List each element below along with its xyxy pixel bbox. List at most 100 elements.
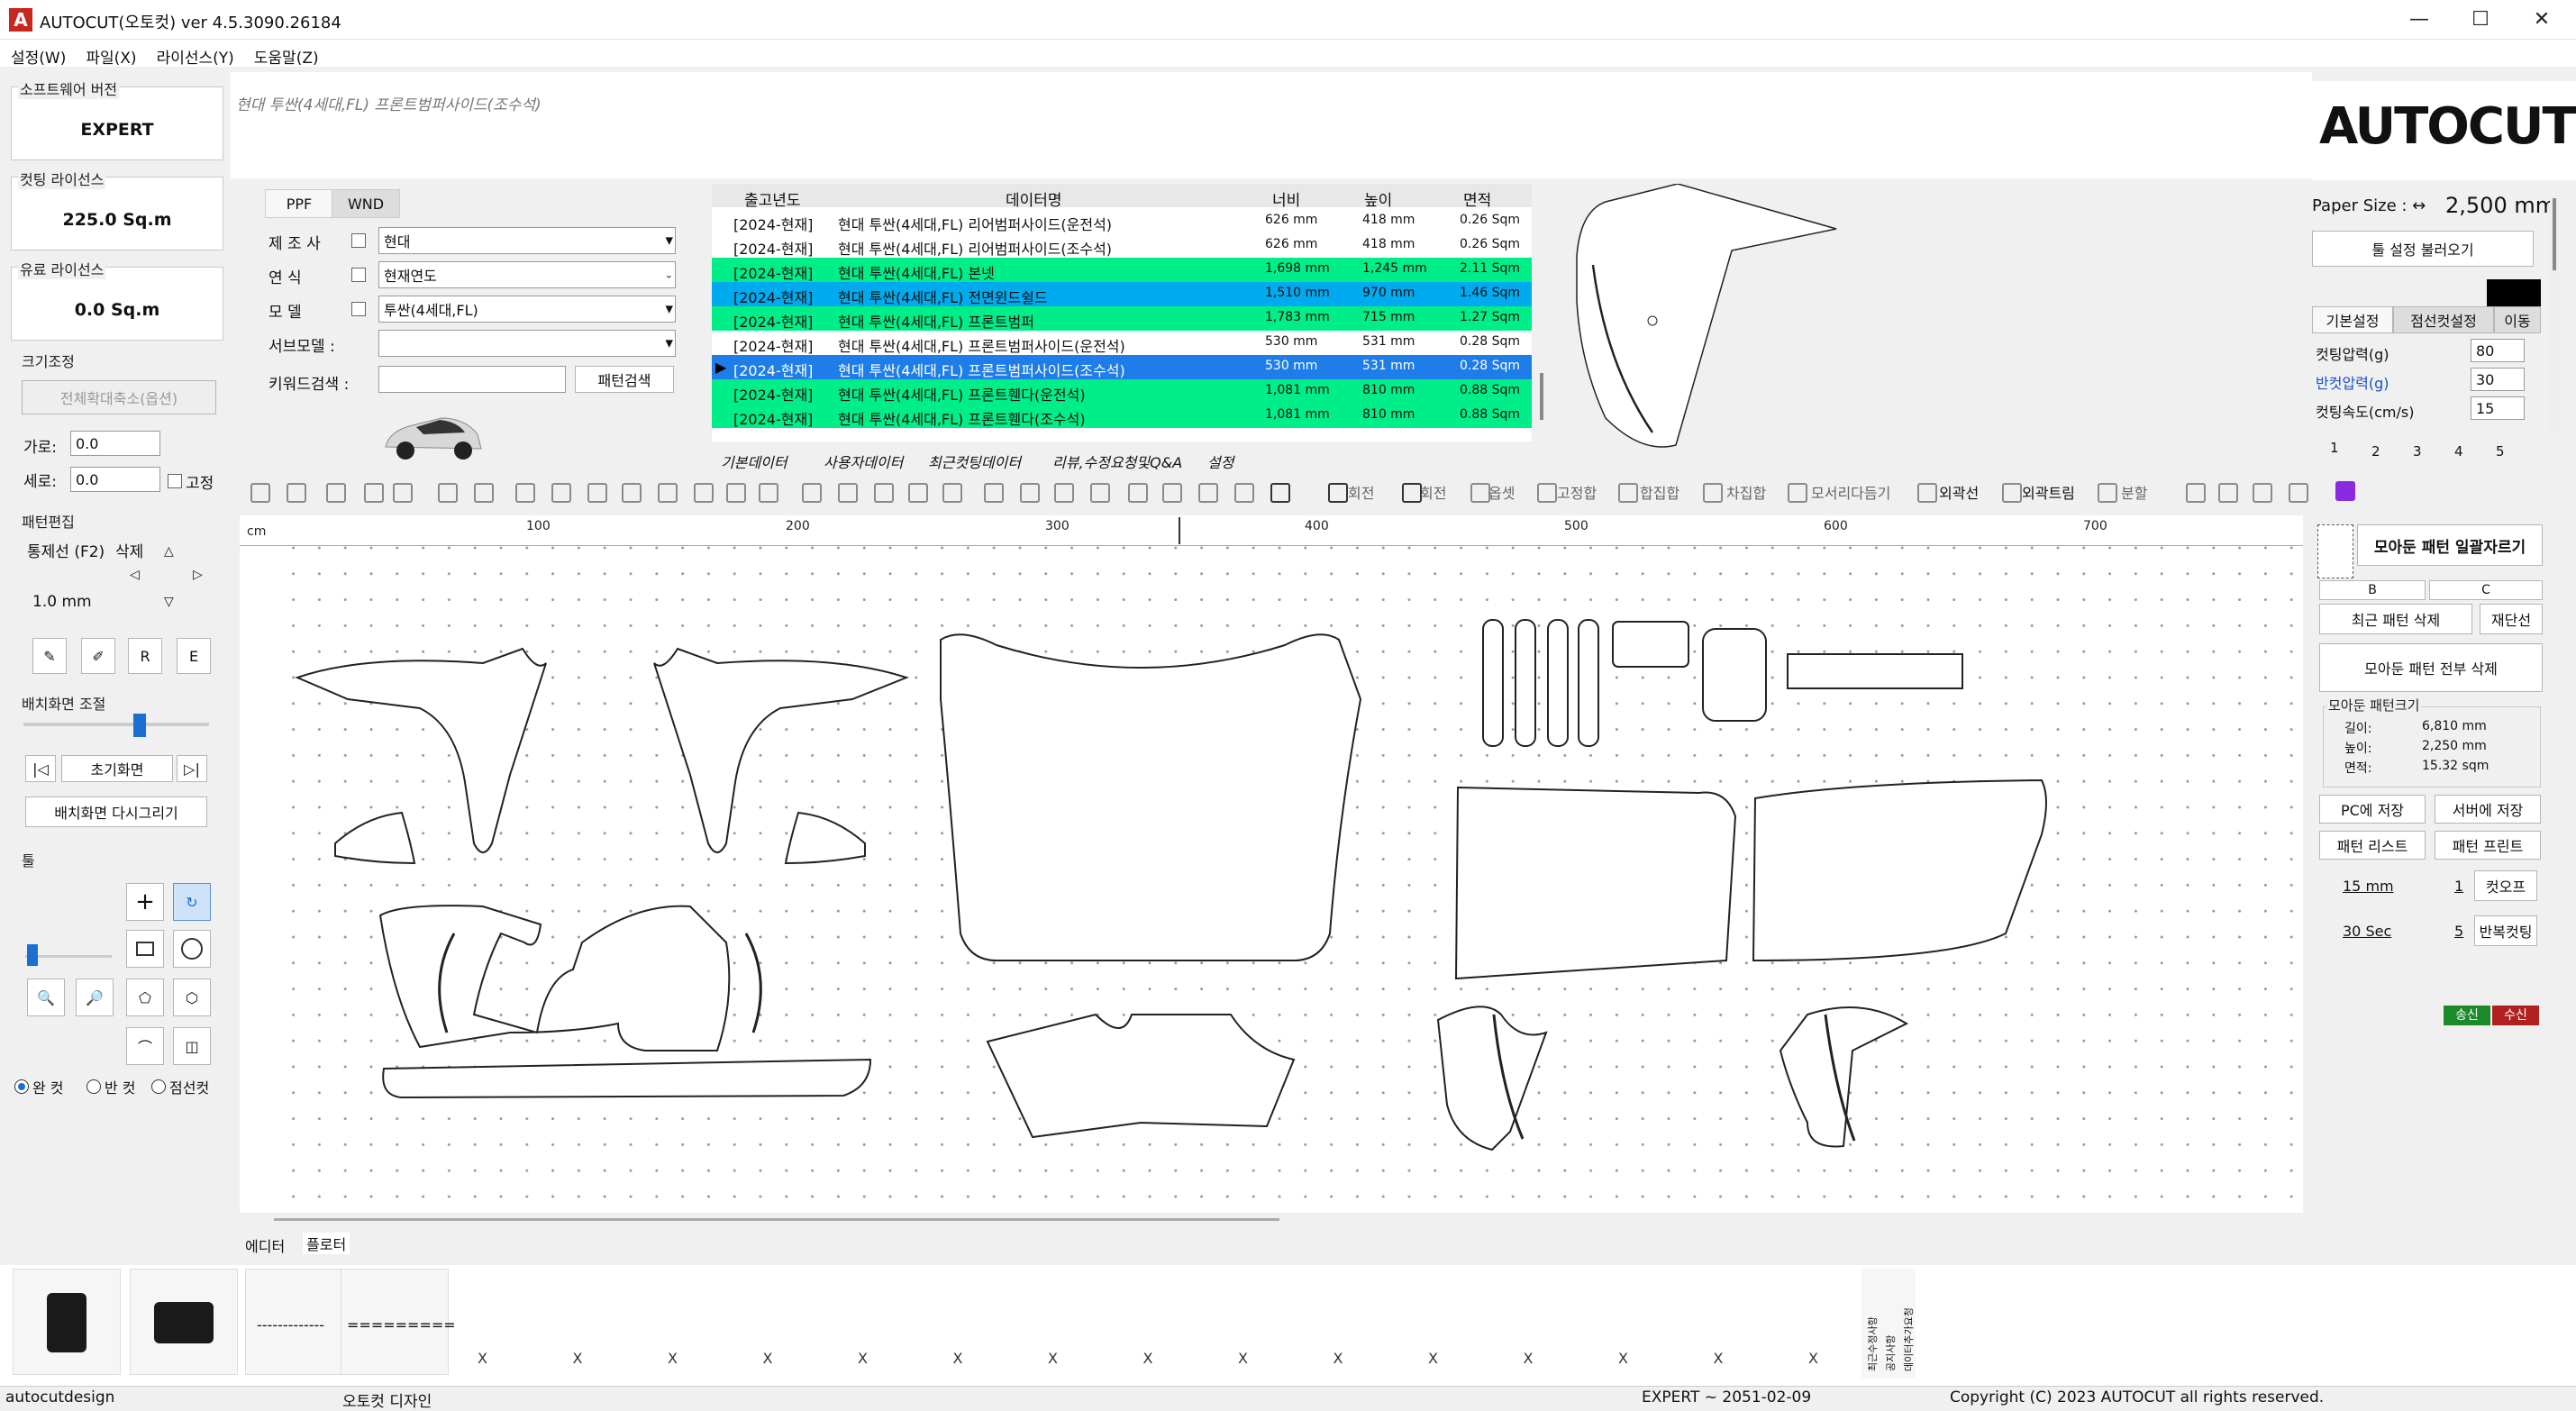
slot-x-icon[interactable]: X	[953, 1350, 963, 1367]
save-server-button[interactable]: 서버에 저장	[2435, 795, 2541, 824]
strip[interactable]	[1787, 653, 1963, 689]
toolbar-tool-icon[interactable]	[1090, 483, 1110, 503]
round-corners-label[interactable]: 모서리다듬기	[1811, 481, 1890, 503]
time-value[interactable]: 30 Sec	[2343, 923, 2391, 940]
thumbnail-4[interactable]: =========	[341, 1269, 456, 1375]
table-row[interactable]: [2024-현재] 현대 투싼(4세대,FL) 프론트휀다(조수석) 1,081 m…	[712, 404, 1532, 428]
toolbar-tool-icon[interactable]	[694, 483, 714, 503]
cutoff-button[interactable]: 컷오프	[2474, 870, 2537, 901]
pillar-1[interactable]	[1482, 619, 1504, 747]
toolbar-tool-icon[interactable]	[838, 483, 858, 503]
pattern-list-button[interactable]: 패턴 리스트	[2319, 831, 2426, 860]
time-count[interactable]: 5	[2454, 923, 2463, 940]
slot-x-icon[interactable]: X	[858, 1350, 868, 1367]
add-node-icon[interactable]: ✎	[32, 638, 67, 674]
toolbar-tool-icon[interactable]	[2186, 483, 2206, 503]
remove-node-icon[interactable]: ✐	[81, 638, 115, 674]
rotate-ccw-label[interactable]: 회전	[1348, 481, 1374, 503]
tab-data-request[interactable]: 데이터추가요청	[1901, 1307, 1916, 1371]
pattern-print-button[interactable]: 패턴 프린트	[2435, 831, 2541, 860]
keyword-input[interactable]	[378, 366, 566, 393]
arrow-left-icon[interactable]: ◁	[130, 568, 140, 582]
page-4[interactable]: 4	[2454, 443, 2463, 460]
page-2[interactable]: 2	[2371, 443, 2380, 460]
outline-label[interactable]: 외곽선	[1939, 481, 1979, 503]
table-row[interactable]: ▶ [2024-현재] 현대 투싼(4세대,FL) 프론트범퍼사이드(조수석) 530…	[712, 355, 1532, 379]
toolbar-tool-icon[interactable]	[2098, 483, 2117, 503]
width-input[interactable]: 0.0	[70, 431, 160, 456]
toolbar-tool-icon[interactable]	[474, 483, 494, 503]
toolbar-tool-icon[interactable]	[587, 483, 607, 503]
first-page-icon[interactable]: |◁	[25, 755, 56, 782]
toolbar-tool-icon[interactable]	[908, 483, 928, 503]
toolbar-tool-icon[interactable]	[2253, 483, 2272, 503]
canvas-h-scrollbar[interactable]	[274, 1218, 1279, 1221]
toolbar-tool-icon[interactable]	[1054, 483, 1074, 503]
page-1[interactable]: 1	[2330, 440, 2339, 456]
toolbar-tool-icon[interactable]	[326, 483, 346, 503]
minimize-button[interactable]: —	[2388, 0, 2451, 40]
table-scrollbar[interactable]	[1537, 202, 1546, 420]
slot-x-icon[interactable]: X	[1524, 1350, 1534, 1367]
toolbar-tool-icon[interactable]	[1618, 483, 1638, 503]
offset-label[interactable]: 옵셋	[1488, 481, 1515, 503]
cut-all-button[interactable]: 모아둔 패턴 일괄자르기	[2357, 524, 2543, 566]
toolbar-tool-icon[interactable]	[1537, 483, 1557, 503]
reset-view-button[interactable]: 초기화면	[61, 755, 173, 782]
thumbnail-1[interactable]	[13, 1269, 121, 1375]
col-height[interactable]: 높이	[1364, 187, 1392, 210]
half-cut-radio[interactable]	[86, 1079, 101, 1094]
col-name[interactable]: 데이터명	[1006, 187, 1062, 210]
toolbar-tool-icon[interactable]	[2002, 483, 2022, 503]
arrow-up-icon[interactable]: △	[164, 544, 174, 559]
subtab-user[interactable]: 사용자데이터	[824, 451, 903, 472]
toolbar-tool-icon[interactable]	[1128, 483, 1148, 503]
page-3[interactable]: 3	[2413, 443, 2422, 460]
toolbar-tool-icon[interactable]	[2289, 483, 2308, 503]
pattern-slot[interactable]	[2317, 524, 2353, 578]
recut-button[interactable]: 재단선	[2480, 604, 2543, 634]
page-5[interactable]: 5	[2496, 443, 2505, 460]
toolbar-tool-icon[interactable]	[551, 483, 571, 503]
toolbar-tool-icon[interactable]	[1198, 483, 1218, 503]
redraw-button[interactable]: 배치화면 다시그리기	[25, 797, 207, 827]
tab-plotter[interactable]: 플로터	[303, 1233, 350, 1254]
toolbar-tool-icon[interactable]	[726, 483, 746, 503]
table-row[interactable]: [2024-현재] 현대 투싼(4세대,FL) 전면윈드쉴드 1,510 mm 970…	[712, 282, 1532, 306]
book-icon[interactable]	[2335, 481, 2355, 501]
thumbnail-3[interactable]: -------------	[245, 1269, 353, 1375]
delete-label[interactable]: 삭제	[115, 539, 143, 561]
dotted-cut-radio[interactable]	[151, 1079, 166, 1094]
union-label[interactable]: 합집합	[1640, 481, 1679, 503]
tool-slider-thumb[interactable]	[27, 944, 38, 966]
r-button[interactable]: R	[128, 638, 162, 674]
table-row[interactable]: [2024-현재] 현대 투싼(4세대,FL) 리어범퍼사이드(운전석) 626 m…	[712, 209, 1532, 233]
subtab-settings[interactable]: 설정	[1207, 451, 1233, 472]
toolbar-tool-icon[interactable]	[1020, 483, 1040, 503]
fixed-merge-label[interactable]: 고정합	[1557, 481, 1597, 503]
toolbar-tool-icon[interactable]	[1270, 483, 1290, 503]
slot-x-icon[interactable]: X	[1143, 1350, 1153, 1367]
rotate-cw-label[interactable]: 회전	[1420, 481, 1446, 503]
year-select[interactable]: 현재연도 ⌄	[378, 261, 676, 288]
load-settings-button[interactable]: 툴 설정 불러오기	[2312, 231, 2534, 267]
subtab-basic[interactable]: 기본데이터	[721, 451, 787, 472]
pillar-3[interactable]	[1547, 619, 1569, 747]
toolbar-tool-icon[interactable]	[1470, 483, 1490, 503]
delete-recent-button[interactable]: 최근 패턴 삭제	[2319, 604, 2472, 634]
toolbar-tool-icon[interactable]	[1162, 483, 1182, 503]
toolbar-tool-icon[interactable]	[287, 483, 306, 503]
speech-shape-icon[interactable]: ⬡	[173, 979, 211, 1016]
fix-checkbox[interactable]	[168, 474, 182, 488]
margin-count[interactable]: 1	[2454, 878, 2463, 895]
tab-notices[interactable]: 공지사항	[1883, 1335, 1898, 1371]
layout-slider-track[interactable]	[23, 723, 209, 726]
maker-select[interactable]: 현대 ▼	[378, 227, 676, 254]
slot-x-icon[interactable]: X	[1238, 1350, 1248, 1367]
toolbar-tool-icon[interactable]	[984, 483, 1004, 503]
toolbar-tool-icon[interactable]	[250, 483, 270, 503]
layout-slider-thumb[interactable]	[133, 714, 146, 737]
col-c[interactable]: C	[2429, 580, 2543, 600]
cut-pressure-input[interactable]: 80	[2471, 339, 2525, 362]
rotate-tool-icon[interactable]: ↻	[173, 883, 211, 921]
